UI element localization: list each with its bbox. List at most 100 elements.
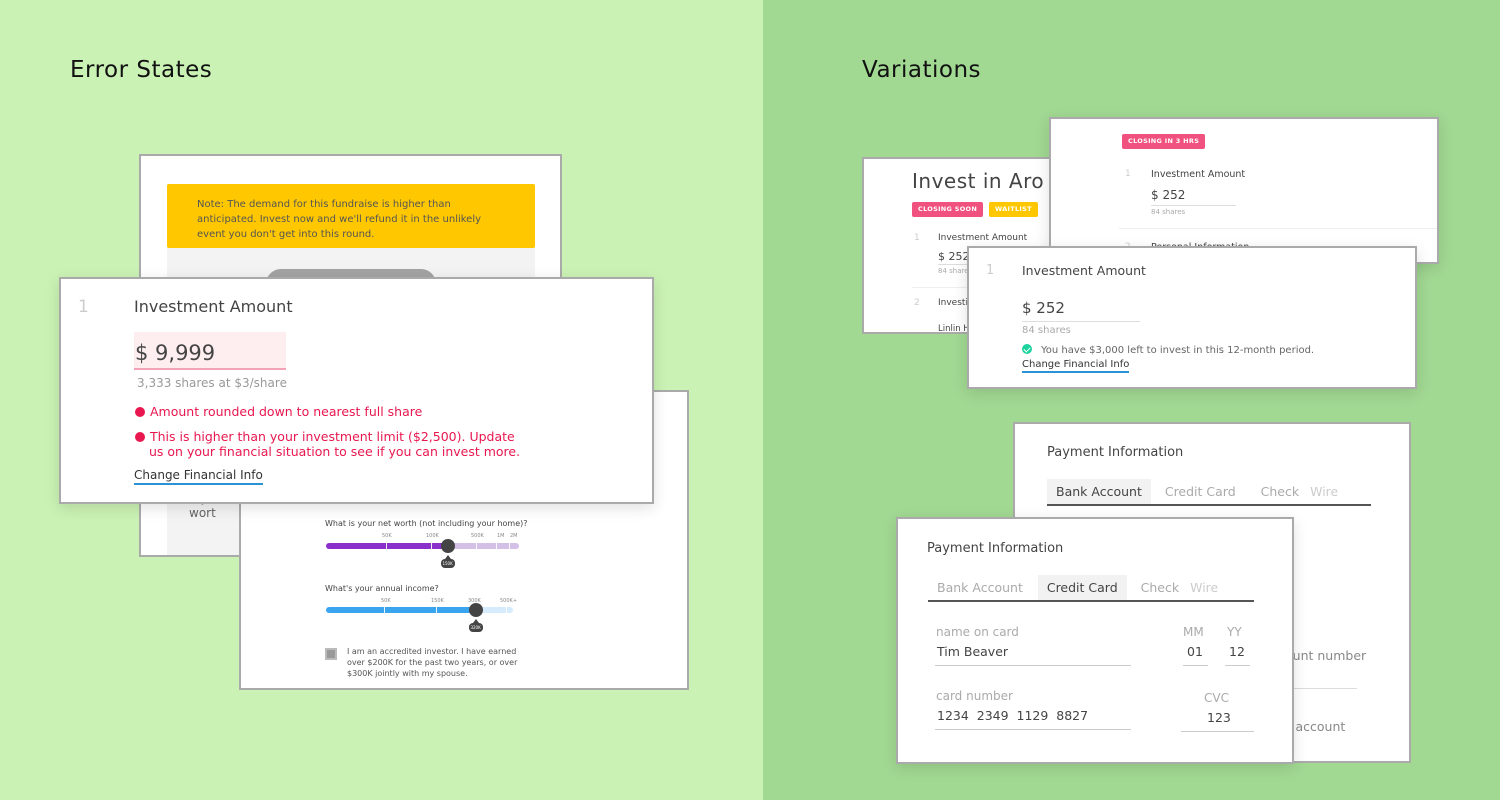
- amount-underline: [1022, 321, 1140, 322]
- month-underline: [1183, 665, 1208, 666]
- shares-text: 84 shares: [1151, 208, 1186, 216]
- closing-soon-badge: CLOSING SOON: [912, 202, 984, 217]
- variations-title: Variations: [862, 57, 982, 83]
- net-worth-slider-handle[interactable]: [440, 539, 455, 553]
- year-underline: [1225, 665, 1250, 666]
- step-title: Investment Amount: [134, 297, 293, 316]
- expiry-month-label: MM: [1183, 625, 1204, 639]
- step-title: Investment Amount: [1022, 263, 1146, 278]
- info-text: You have $3,000 left to invest in this 1…: [1041, 345, 1315, 356]
- segment-divider: [506, 607, 507, 613]
- tick-label: 50K: [382, 533, 392, 539]
- investment-amount-error-card: 1 Investment Amount $ 9,999 3,333 shares…: [59, 277, 654, 504]
- tab-wire[interactable]: Wire: [1188, 575, 1227, 600]
- name-on-card-label: name on card: [936, 625, 1019, 639]
- tick-label: 500K: [471, 533, 484, 539]
- tick-label: 500K+: [500, 598, 518, 604]
- step-title: Investment Amount: [1151, 169, 1246, 180]
- segment-divider: [384, 607, 385, 613]
- segment-divider: [431, 543, 432, 549]
- card-number-underline: [935, 729, 1131, 730]
- investor-name: Linlin H: [938, 324, 970, 334]
- tab-check[interactable]: Check: [1245, 479, 1308, 504]
- name-underline: [935, 665, 1131, 666]
- demand-notice-banner: Note: The demand for this fundraise is h…: [167, 184, 535, 248]
- expiry-month-input[interactable]: 01: [1187, 644, 1203, 659]
- payment-title: Payment Information: [927, 541, 1064, 556]
- payment-method-tabs: Bank Account Credit Card Check Wire: [1047, 479, 1371, 506]
- step-number: 2: [914, 298, 920, 308]
- closing-countdown-card: CLOSING IN 3 HRS 1 Investment Amount $ 2…: [1049, 117, 1439, 264]
- card-number-label: card number: [936, 689, 1013, 703]
- shares-text: 84 shares: [1022, 325, 1071, 336]
- amount-value[interactable]: $ 252: [1022, 299, 1065, 317]
- accredited-investor-label: I am an accredited investor. I have earn…: [347, 647, 518, 678]
- tick-label: 2M: [510, 533, 518, 539]
- segment-divider: [496, 543, 497, 549]
- tick-label: 1M: [497, 533, 505, 539]
- account-type-label: s account: [1285, 719, 1346, 734]
- tick-label: 50K: [381, 598, 391, 604]
- account-number-label: ount number: [1285, 648, 1367, 663]
- tab-credit-card[interactable]: Credit Card: [1037, 575, 1127, 600]
- cvc-underline: [1181, 731, 1254, 732]
- investment-remaining-info: You have $3,000 left to invest in this 1…: [1022, 344, 1314, 356]
- segment-divider: [386, 543, 387, 549]
- step-number: 1: [914, 233, 920, 243]
- annual-income-slider[interactable]: [326, 607, 513, 613]
- annual-income-slider-handle[interactable]: [468, 603, 483, 617]
- net-worth-slider[interactable]: [326, 543, 519, 549]
- account-number-underline: [1285, 688, 1357, 689]
- error-text: This is higher than your investment limi…: [150, 429, 515, 444]
- change-financial-info-link[interactable]: Change Financial Info: [1022, 359, 1130, 373]
- amount-value[interactable]: $ 252: [938, 250, 970, 263]
- error-message-rounding: Amount rounded down to nearest full shar…: [135, 404, 422, 419]
- error-text-continued: us on your financial situation to see if…: [149, 444, 521, 459]
- step-number: 1: [1125, 169, 1131, 179]
- step-divider: [1119, 228, 1437, 229]
- error-states-title: Error States: [70, 57, 213, 83]
- waitlist-badge: WAITLIST: [989, 202, 1038, 217]
- step-title: Investi: [938, 298, 968, 308]
- tick-label: 100K: [426, 533, 439, 539]
- tab-wire[interactable]: Wire: [1308, 479, 1347, 504]
- cutoff-line-2: wort: [189, 506, 216, 520]
- error-icon: [135, 407, 145, 417]
- card-number-input[interactable]: 1234 2349 1129 8827: [937, 708, 1088, 723]
- step-title: Investment Amount: [938, 233, 1028, 243]
- check-circle-icon: [1022, 344, 1032, 354]
- amount-value[interactable]: $ 252: [1151, 188, 1185, 202]
- shares-summary: 3,333 shares at $3/share: [137, 376, 287, 390]
- tab-bank-account[interactable]: Bank Account: [1047, 479, 1151, 504]
- name-on-card-input[interactable]: Tim Beaver: [937, 644, 1008, 659]
- invest-page-title: Invest in Aro: [912, 169, 1045, 193]
- payment-title: Payment Information: [1047, 445, 1184, 460]
- tab-check[interactable]: Check: [1127, 575, 1188, 600]
- expiry-year-input[interactable]: 12: [1229, 644, 1245, 659]
- annual-income-value-tooltip: 320K: [468, 623, 483, 632]
- error-icon: [135, 432, 145, 442]
- tab-bank-account[interactable]: Bank Account: [928, 575, 1032, 600]
- investment-limit-card: 1 Investment Amount $ 252 84 shares You …: [967, 246, 1417, 389]
- accredited-investor-checkbox[interactable]: [325, 648, 337, 660]
- net-worth-value-tooltip: 150K: [440, 559, 455, 568]
- payment-method-tabs: Bank Account Credit Card Check Wire: [928, 575, 1254, 602]
- annual-income-question: What's your annual income?: [325, 584, 439, 593]
- tick-label: 150K: [431, 598, 444, 604]
- segment-divider: [476, 543, 477, 549]
- investment-amount-input[interactable]: $ 9,999: [134, 332, 286, 370]
- cvc-input[interactable]: 123: [1207, 710, 1231, 725]
- payment-credit-card-card: Payment Information Bank Account Credit …: [896, 517, 1294, 764]
- error-message-limit: This is higher than your investment limi…: [135, 429, 520, 459]
- segment-divider: [436, 607, 437, 613]
- change-financial-info-link[interactable]: Change Financial Info: [134, 468, 263, 485]
- segment-divider: [509, 543, 510, 549]
- step-number: 1: [78, 297, 89, 317]
- expiry-year-label: YY: [1227, 625, 1242, 639]
- step-number: 1: [986, 263, 995, 278]
- error-text: Amount rounded down to nearest full shar…: [150, 404, 423, 419]
- closing-in-badge: CLOSING IN 3 HRS: [1122, 134, 1206, 149]
- cvc-label: CVC: [1204, 691, 1229, 705]
- tab-credit-card[interactable]: Credit Card: [1151, 479, 1245, 504]
- net-worth-question: What is your net worth (not including yo…: [325, 519, 528, 528]
